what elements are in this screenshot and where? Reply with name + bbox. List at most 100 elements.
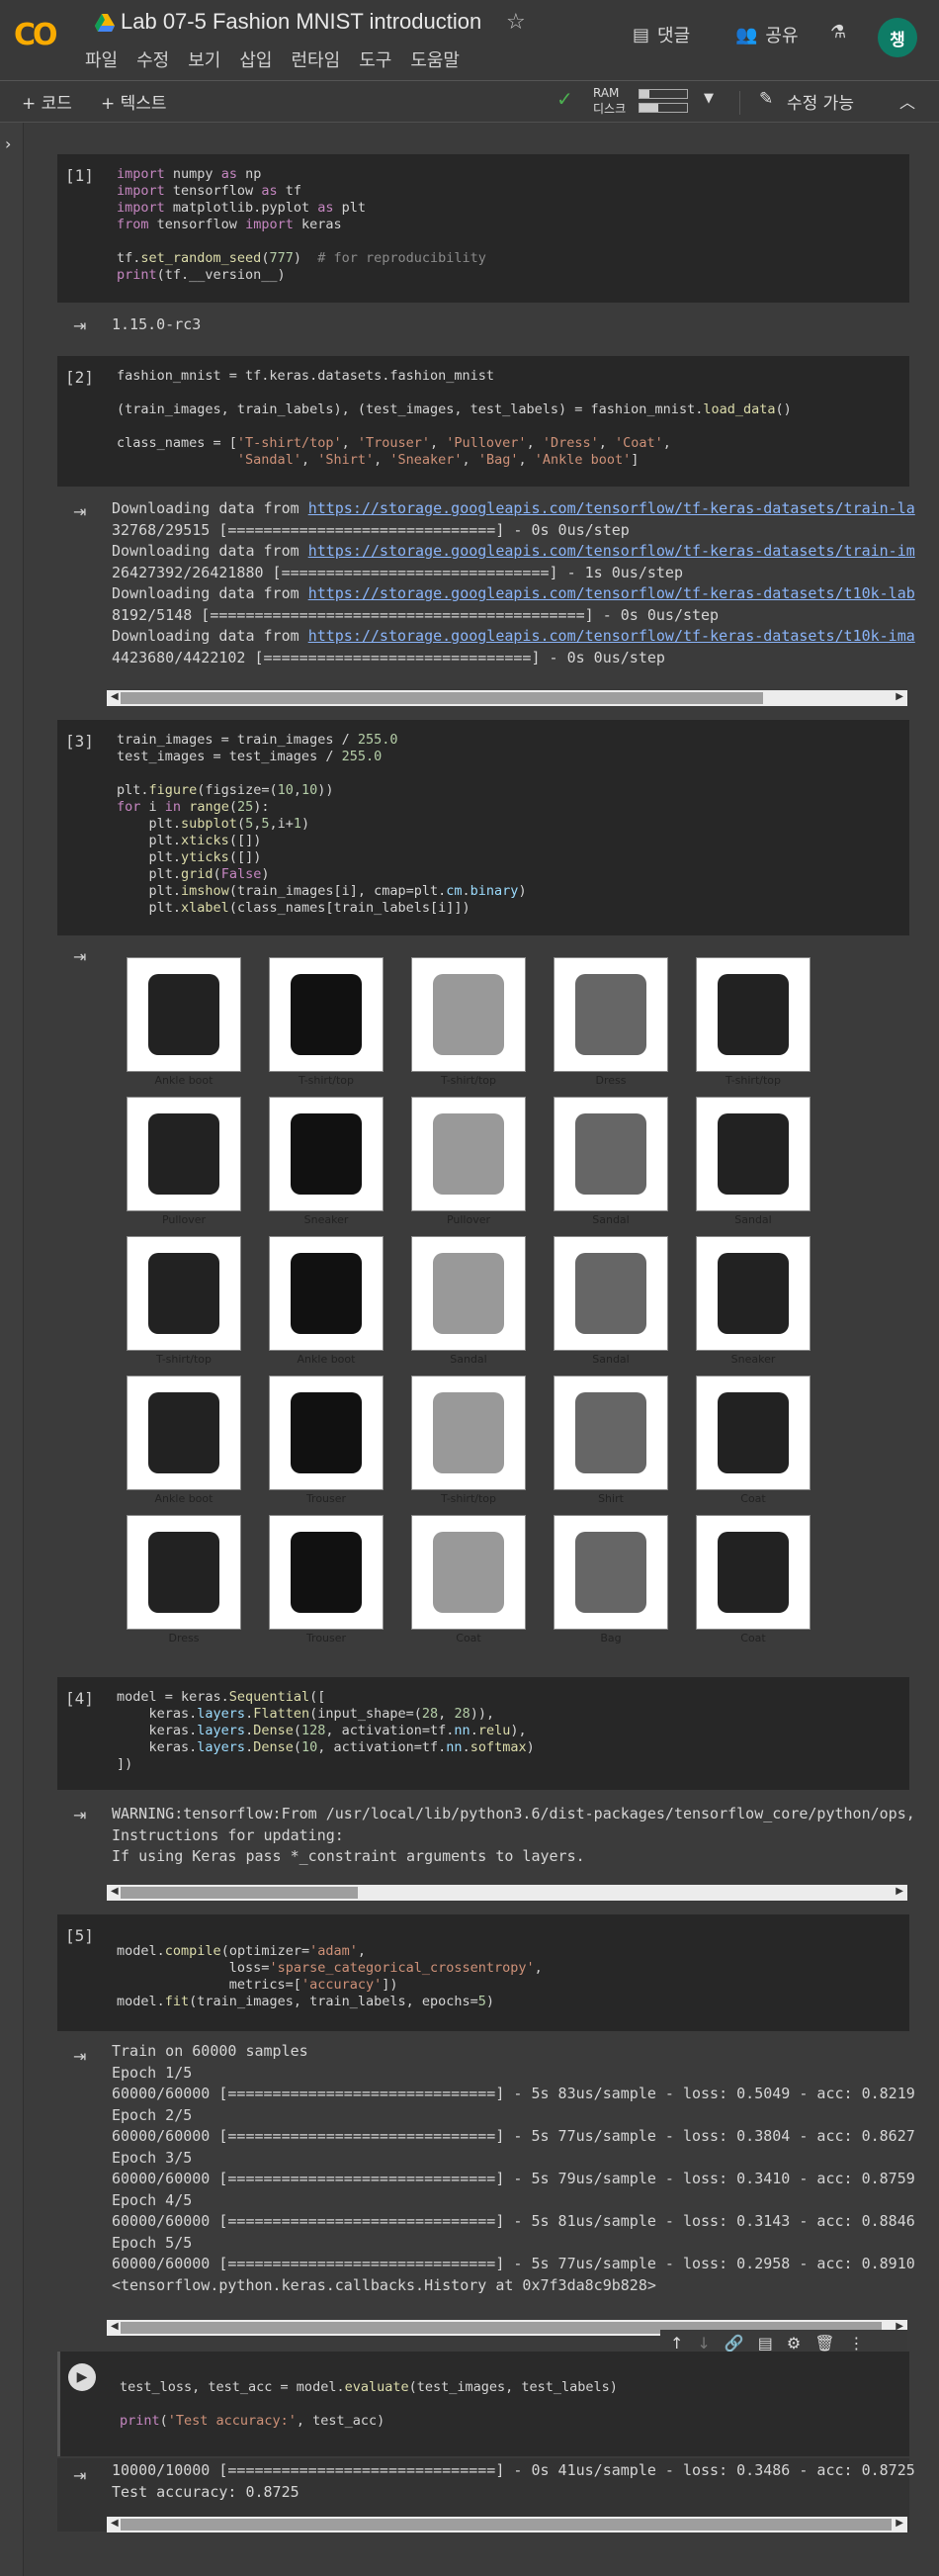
code-cell-1[interactable]: [1] import numpy as np import tensorflow… xyxy=(57,154,909,303)
fashion-image xyxy=(269,1515,384,1630)
fashion-image xyxy=(127,1097,241,1211)
fashion-image xyxy=(411,1515,526,1630)
edit-mode-button[interactable]: 수정 가능 xyxy=(787,89,854,114)
image-label: Pullover xyxy=(446,1213,491,1226)
fashion-image xyxy=(554,1376,668,1490)
people-icon: 👥 xyxy=(735,24,758,45)
output-icon[interactable]: ⇥ xyxy=(73,1806,86,1824)
cell-label: [2] xyxy=(65,368,94,387)
menu-runtime[interactable]: 런타임 xyxy=(292,46,341,72)
check-icon: ✓ xyxy=(556,87,573,111)
fashion-image xyxy=(696,1097,811,1211)
horizontal-scrollbar[interactable]: ◀ ▶ xyxy=(107,2517,907,2532)
comment-icon: ▤ xyxy=(633,24,650,45)
dataset-link[interactable]: https://storage.googleapis.com/tensorflo… xyxy=(308,499,915,517)
fashion-image xyxy=(696,1515,811,1630)
code-cell-2[interactable]: [2] fashion_mnist = tf.keras.datasets.fa… xyxy=(57,356,909,487)
output-text: 10000/10000 [===========================… xyxy=(112,2461,915,2501)
image-label: T-shirt/top xyxy=(440,1492,496,1505)
toolbar: + 코드 + 텍스트 ✓ RAM 디스크 ▼ ✎ 수정 가능 ︿ xyxy=(0,81,939,123)
run-cell-button[interactable]: ▶ xyxy=(68,2363,96,2391)
image-label: Coat xyxy=(740,1492,766,1505)
fashion-image xyxy=(554,1097,668,1211)
fashion-image xyxy=(269,957,384,1072)
fashion-image xyxy=(411,1236,526,1351)
image-label: Trouser xyxy=(305,1632,347,1644)
chevron-down-icon[interactable]: ▼ xyxy=(704,91,714,106)
fashion-image xyxy=(269,1097,384,1211)
output-icon[interactable]: ⇥ xyxy=(73,2047,86,2066)
output-cell-4: ⇥ WARNING:tensorflow:From /usr/local/lib… xyxy=(57,1798,915,1877)
menu-file[interactable]: 파일 xyxy=(85,46,118,72)
share-button[interactable]: 👥 공유 xyxy=(735,22,799,47)
code-cell-3[interactable]: [3] train_images = train_images / 255.0 … xyxy=(57,720,909,935)
menu-view[interactable]: 보기 xyxy=(188,46,220,72)
code-cell-6[interactable]: ▶ test_loss, test_acc = model.evaluate(t… xyxy=(57,2352,909,2456)
resource-monitor[interactable]: RAM 디스크 xyxy=(593,85,626,117)
image-label: Sneaker xyxy=(303,1213,349,1226)
menu-bar: 파일 수정 보기 삽입 런타임 도구 도움말 xyxy=(85,46,460,72)
fashion-image xyxy=(127,1376,241,1490)
fashion-image xyxy=(696,1376,811,1490)
avatar[interactable]: 챙 xyxy=(878,18,917,57)
code-cell-4[interactable]: [4] model = keras.Sequential([ keras.lay… xyxy=(57,1677,909,1790)
code-editor[interactable]: model.compile(optimizer='adam', loss='sp… xyxy=(117,1926,543,2010)
menu-tools[interactable]: 도구 xyxy=(359,46,391,72)
dataset-link[interactable]: https://storage.googleapis.com/tensorflo… xyxy=(308,542,915,560)
image-label: Dress xyxy=(595,1074,627,1087)
image-label: Sandal xyxy=(450,1353,487,1366)
top-bar: CO Lab 07-5 Fashion MNIST introduction ☆… xyxy=(0,0,939,81)
output-text: Downloading data from https://storage.go… xyxy=(112,499,915,666)
code-editor[interactable]: model = keras.Sequential([ keras.layers.… xyxy=(117,1689,535,1773)
add-text-button[interactable]: + 텍스트 xyxy=(101,89,167,114)
collapse-header-icon[interactable]: ︿ xyxy=(899,89,915,113)
dataset-link[interactable]: https://storage.googleapis.com/tensorflo… xyxy=(308,584,915,602)
code-cell-5[interactable]: [5] model.compile(optimizer='adam', loss… xyxy=(57,1914,909,2031)
colab-logo[interactable]: CO xyxy=(14,18,57,52)
code-editor[interactable]: import numpy as np import tensorflow as … xyxy=(117,166,486,284)
output-icon[interactable]: ⇥ xyxy=(73,2466,86,2485)
dataset-link[interactable]: https://storage.googleapis.com/tensorflo… xyxy=(308,627,915,645)
image-label: Shirt xyxy=(598,1492,624,1505)
code-editor[interactable]: fashion_mnist = tf.keras.datasets.fashio… xyxy=(117,368,792,469)
image-label: Pullover xyxy=(161,1213,207,1226)
image-label: Sandal xyxy=(592,1213,630,1226)
fashion-image xyxy=(127,957,241,1072)
output-icon[interactable]: ⇥ xyxy=(73,502,86,521)
image-label: Sneaker xyxy=(730,1353,776,1366)
image-label: Coat xyxy=(456,1632,481,1644)
star-icon[interactable]: ☆ xyxy=(506,10,526,35)
side-panel-toggle[interactable]: › xyxy=(0,123,24,2576)
output-text: WARNING:tensorflow:From /usr/local/lib/p… xyxy=(112,1805,915,1865)
image-label: Trouser xyxy=(305,1492,347,1505)
fashion-image xyxy=(554,957,668,1072)
image-label: Dress xyxy=(168,1632,200,1644)
horizontal-scrollbar[interactable]: ◀ ▶ xyxy=(107,1885,907,1901)
output-text: 1.15.0-rc3 xyxy=(112,315,202,333)
menu-edit[interactable]: 수정 xyxy=(136,46,169,72)
image-label: Sandal xyxy=(592,1353,630,1366)
image-label: Ankle boot xyxy=(154,1074,213,1087)
fashion-image xyxy=(696,1236,811,1351)
output-icon[interactable]: ⇥ xyxy=(73,316,86,335)
image-label: Bag xyxy=(600,1632,622,1644)
fashion-image xyxy=(411,1376,526,1490)
notebook-title[interactable]: Lab 07-5 Fashion MNIST introduction xyxy=(121,9,481,35)
comment-button[interactable]: ▤ 댓글 xyxy=(633,22,690,47)
horizontal-scrollbar[interactable]: ◀ ▶ xyxy=(107,690,907,706)
flask-icon[interactable]: ⚗ xyxy=(830,22,846,43)
add-code-button[interactable]: + 코드 xyxy=(22,89,72,114)
image-label: T-shirt/top xyxy=(440,1074,496,1087)
output-icon[interactable]: ⇥ xyxy=(73,947,86,966)
image-label: T-shirt/top xyxy=(155,1353,212,1366)
fashion-image xyxy=(696,957,811,1072)
code-editor[interactable]: test_loss, test_acc = model.evaluate(tes… xyxy=(120,2379,618,2430)
chevron-right-icon: › xyxy=(5,134,12,153)
drive-icon xyxy=(95,14,115,32)
ram-bar xyxy=(639,89,688,99)
fashion-image xyxy=(269,1236,384,1351)
image-label: Coat xyxy=(740,1632,766,1644)
menu-help[interactable]: 도움말 xyxy=(410,46,460,72)
menu-insert[interactable]: 삽입 xyxy=(239,46,272,72)
code-editor[interactable]: train_images = train_images / 255.0 test… xyxy=(117,732,527,917)
